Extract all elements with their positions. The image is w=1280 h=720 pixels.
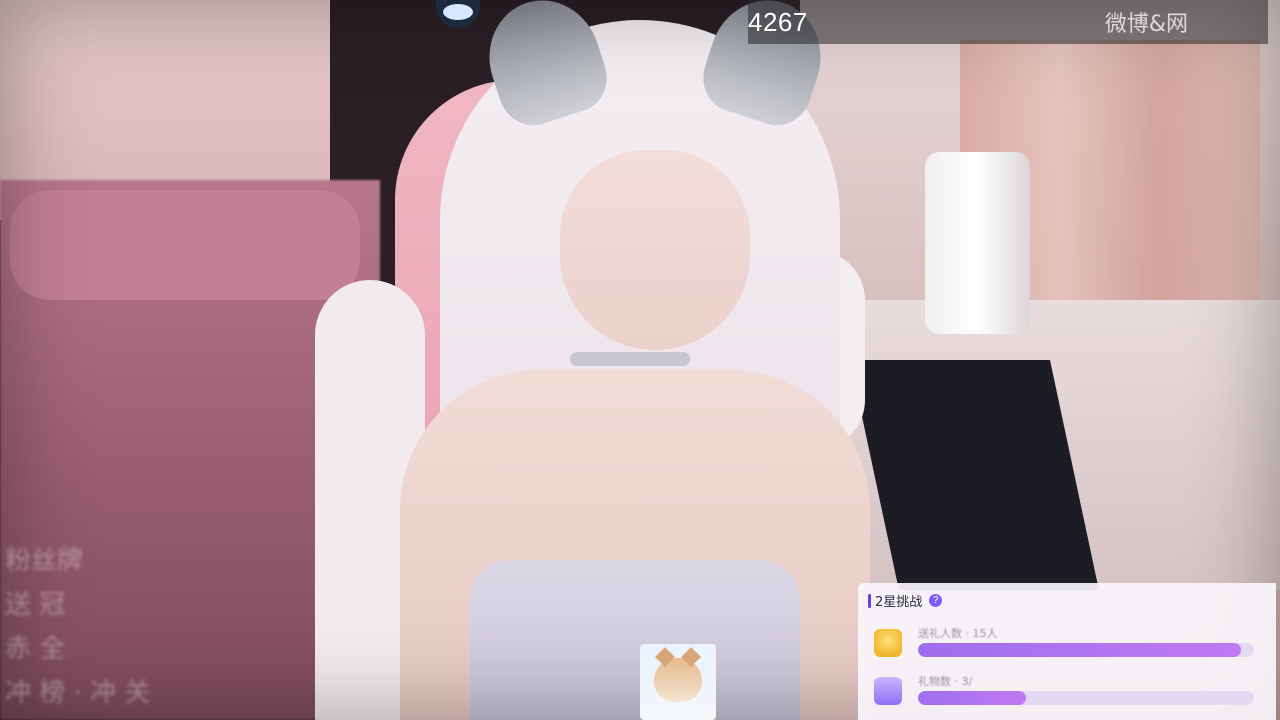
goal-row: 送礼人数 · 15人 [870, 621, 1266, 665]
goal-label: 送礼人数 · 15人 [918, 627, 998, 640]
faded-line: 送 冠 [5, 590, 66, 620]
goal-progress-fill [918, 643, 1241, 657]
cat-icon [654, 658, 702, 702]
faded-line: 粉丝牌 [5, 546, 84, 576]
goal-row: 礼物数 · 3/ [870, 669, 1266, 713]
goal-label: 礼物数 · 3/ [918, 675, 973, 688]
goal-progress-track [918, 691, 1254, 705]
accent-bar [868, 593, 871, 608]
faded-overlay-text: 粉丝牌 送 冠 赤 全 冲 榜 · 冲 关 [5, 540, 385, 716]
gift-icon [874, 677, 902, 705]
faded-line: 赤 全 [5, 634, 66, 664]
viewer-count: 4267 [748, 6, 808, 37]
faded-line: 冲 榜 · 冲 关 [5, 678, 151, 708]
goal-progress-track [918, 643, 1254, 657]
challenge-panel[interactable]: 2星挑战 ? 送礼人数 · 15人 礼物数 · 3/ [858, 583, 1276, 720]
challenge-header: 2星挑战 ? [868, 591, 943, 610]
help-icon[interactable]: ? [929, 594, 943, 607]
top-info-banner: 4267 微博&网 [748, 0, 1268, 44]
challenge-title: 2星挑战 [875, 595, 923, 610]
cat-sticker [640, 644, 716, 720]
goal-progress-fill [918, 691, 1026, 705]
trophy-icon [874, 629, 902, 657]
weibo-text: 微博&网 [1104, 12, 1188, 37]
